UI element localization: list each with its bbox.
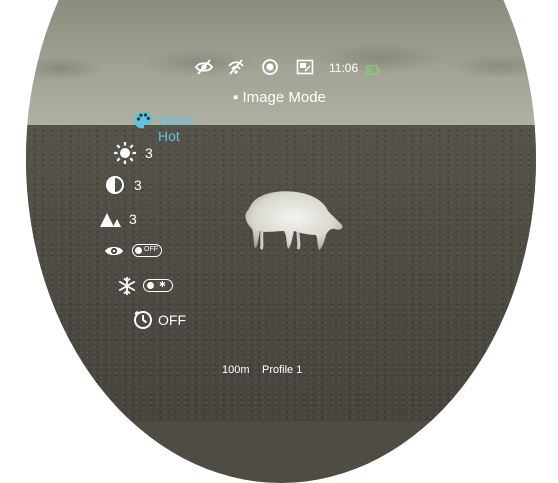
- sharpness-icon: [99, 210, 123, 233]
- brightness-icon: [113, 141, 137, 170]
- toggle-state-label: OFF: [144, 246, 158, 253]
- menu-title-label: Image Mode: [242, 89, 326, 106]
- clock-icon: [133, 310, 153, 335]
- contrast-icon: [105, 175, 125, 200]
- eye-hidden-icon: [194, 58, 214, 81]
- contrast-value: 3: [134, 177, 142, 193]
- snowflake-icon: [117, 276, 137, 301]
- wild-boar-thermal-image: [245, 191, 343, 251]
- profile-readout: Profile 1: [262, 364, 303, 376]
- snowflake-toggle-switch[interactable]: ✱: [143, 279, 173, 292]
- pip-icon: [296, 58, 314, 81]
- eye-icon: [104, 244, 124, 263]
- palette-icon: [133, 110, 153, 135]
- clock-time: 11:06: [329, 61, 359, 75]
- toggle-sun-glyph: ✱: [159, 280, 166, 289]
- bullet: ▪: [233, 89, 239, 106]
- range-readout: 100m: [222, 364, 250, 376]
- toggle-knob: [135, 246, 142, 254]
- battery-icon: [366, 62, 380, 80]
- timer-value: OFF: [158, 312, 186, 328]
- eye-toggle-switch[interactable]: OFF: [132, 244, 162, 257]
- stabilization-icon: [261, 58, 279, 81]
- sharpness-value: 3: [129, 211, 137, 227]
- brightness-value: 3: [145, 145, 153, 161]
- menu-title: ▪ Image Mode: [233, 89, 326, 106]
- toggle-knob: [147, 281, 154, 289]
- wifi-off-icon: [227, 58, 245, 81]
- ground-texture: [26, 125, 536, 421]
- palette-value: White Hot: [158, 112, 194, 144]
- eyepiece-view: [26, 0, 536, 483]
